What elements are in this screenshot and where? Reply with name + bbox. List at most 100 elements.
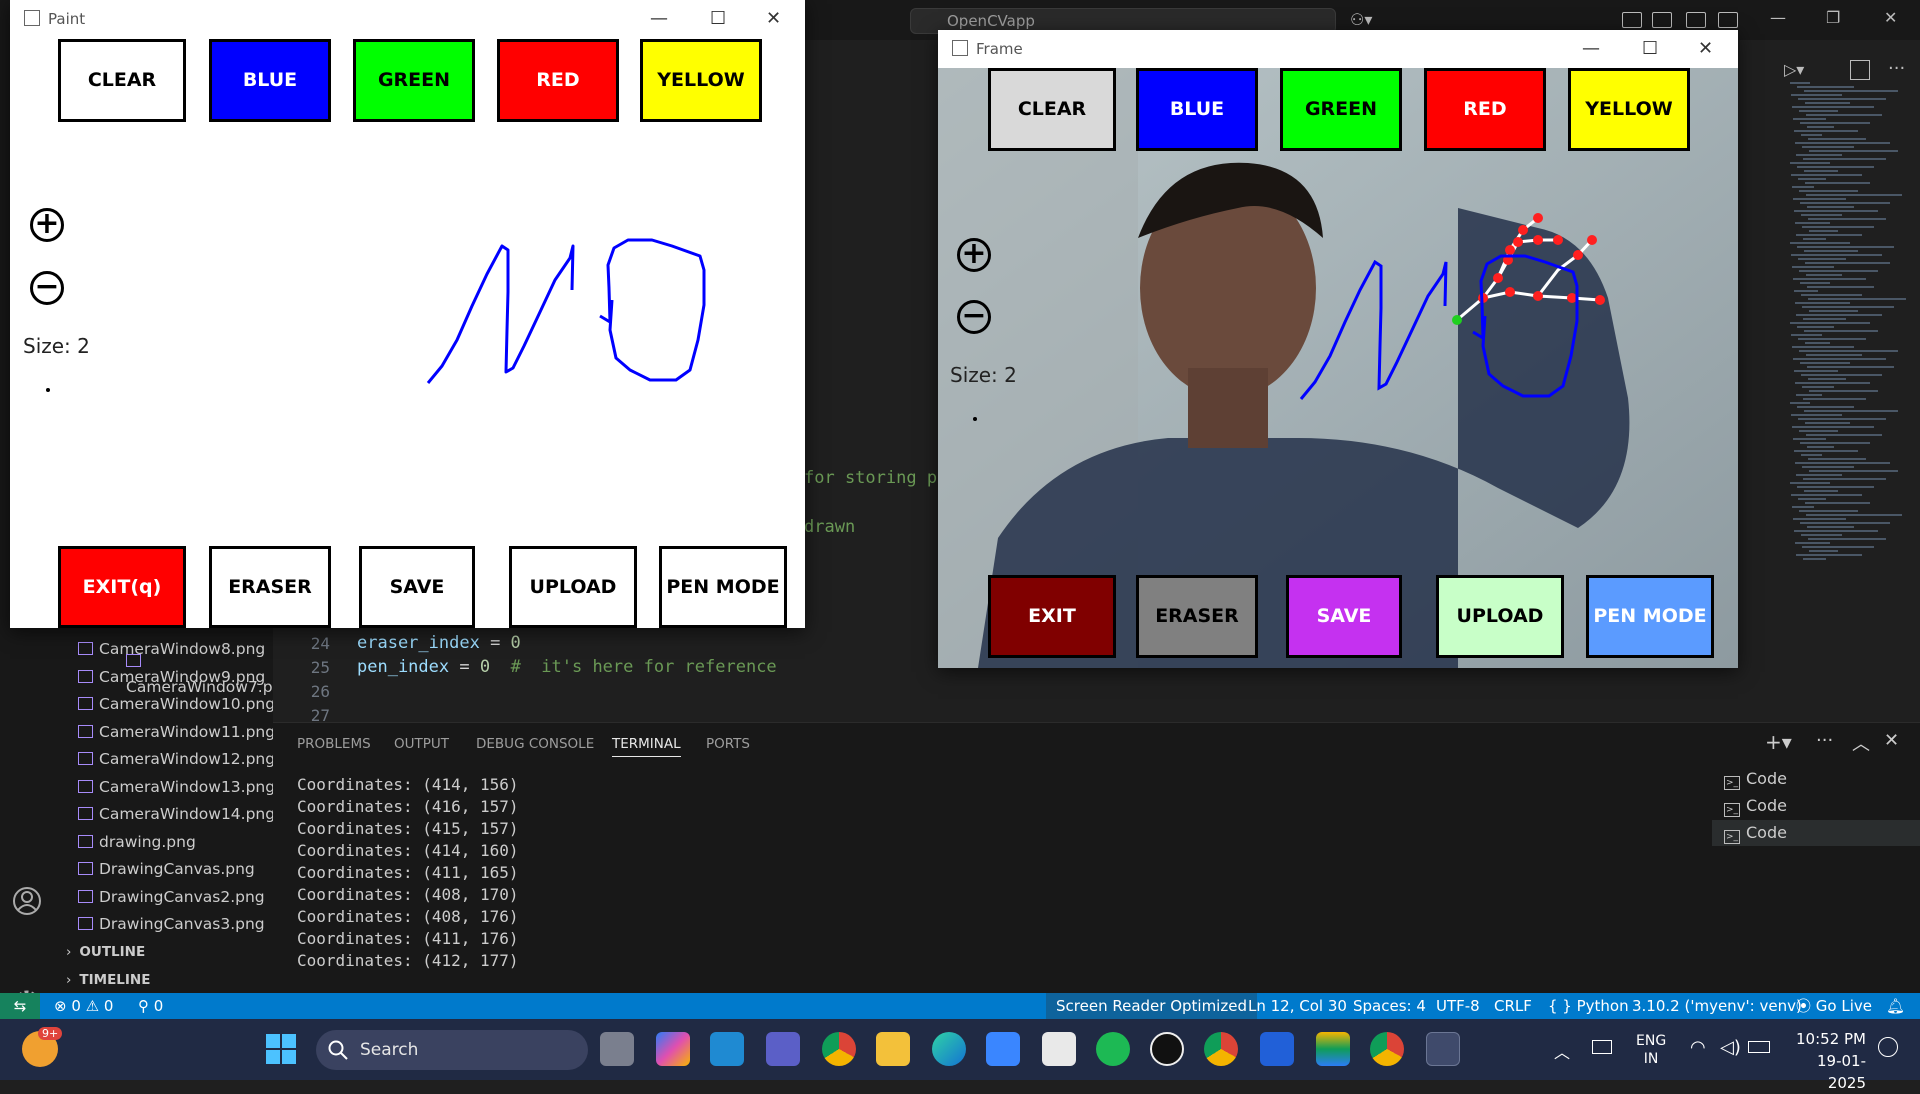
minimap-line (1791, 334, 1822, 336)
chrome-app-icon[interactable] (822, 1032, 856, 1066)
edge-app-icon[interactable] (932, 1032, 966, 1066)
file-item[interactable]: CameraWindow10.png (78, 691, 275, 717)
minimap-line (1791, 494, 1862, 496)
btn-pen-mode[interactable]: PEN MODE (1586, 575, 1714, 658)
tab-debug-console[interactable]: DEBUG CONSOLE (476, 736, 594, 752)
remote-icon[interactable]: ⇆ (0, 993, 40, 1019)
tab-ports[interactable]: PORTS (706, 736, 750, 752)
minimap-line (1808, 138, 1866, 140)
file-item[interactable]: DrawingCanvas.png (78, 856, 255, 882)
minimap-line (1807, 126, 1834, 128)
code-token-var: eraser_index (357, 633, 480, 653)
file-item[interactable]: DrawingCanvas2.png (78, 884, 265, 910)
spotify-app-icon[interactable] (1096, 1032, 1130, 1066)
chrome-app-icon-2[interactable] (1370, 1032, 1404, 1066)
file-item[interactable]: CameraWindow8.png (78, 636, 265, 662)
battery-icon[interactable] (1748, 1041, 1770, 1053)
notifications-icon[interactable]: 🔔︎ (1886, 993, 1905, 1019)
volume-icon[interactable]: ◁) (1720, 1037, 1741, 1058)
account-icon[interactable] (12, 886, 42, 916)
tab-problems[interactable]: PROBLEMS (297, 736, 371, 752)
close-panel-icon[interactable]: ✕ (1884, 730, 1899, 751)
minimap[interactable] (1790, 82, 1906, 582)
ports-status[interactable]: ⚲ 0 (138, 993, 163, 1019)
python-app-icon[interactable] (1426, 1032, 1460, 1066)
bluestacks-app-icon[interactable] (1316, 1032, 1350, 1066)
keyboard-icon[interactable] (1592, 1040, 1612, 1054)
toggle-secondary-sidebar-icon[interactable] (1718, 12, 1738, 28)
file-explorer-icon[interactable] (876, 1032, 910, 1066)
timeline-section[interactable]: TIMELINE (66, 972, 150, 988)
go-live-button[interactable]: ⦿ Go Live (1796, 993, 1872, 1019)
customize-layout-icon[interactable] (1622, 12, 1642, 28)
btn-save[interactable]: SAVE (1286, 575, 1402, 658)
btn-yellow[interactable]: YELLOW (1568, 68, 1690, 151)
copilot-app-icon[interactable] (656, 1032, 690, 1066)
file-item[interactable]: drawing.png (78, 829, 196, 855)
copilot-icon[interactable]: ⚇▾ (1350, 10, 1372, 29)
panel-more-icon[interactable]: ··· (1816, 730, 1833, 751)
tab-terminal[interactable]: TERMINAL (612, 736, 681, 757)
zoom-out-button[interactable]: − (957, 300, 991, 334)
screen-reader-status[interactable]: Screen Reader Optimized (1046, 993, 1257, 1019)
chatgpt-app-icon[interactable] (1150, 1032, 1184, 1066)
language-indicator[interactable]: ENG IN (1636, 1032, 1666, 1068)
file-item[interactable]: CameraWindow11.png (78, 719, 275, 745)
new-terminal-icon[interactable]: +▾ (1765, 730, 1792, 754)
run-icon[interactable]: ▷▾ (1784, 60, 1814, 82)
language-mode[interactable]: { } Python (1548, 993, 1629, 1019)
teams-app-icon[interactable] (766, 1032, 800, 1066)
cursor-position[interactable]: Ln 12, Col 30 (1248, 993, 1347, 1019)
btn-upload[interactable]: UPLOAD (1436, 575, 1564, 658)
problems-status[interactable]: ⊗ 0 ⚠ 0 (54, 993, 113, 1019)
minimize-icon[interactable]: — (1770, 8, 1786, 27)
btn-red[interactable]: RED (1424, 68, 1546, 151)
encoding[interactable]: UTF-8 (1436, 993, 1480, 1019)
terminal-instance[interactable]: >_ Code (1712, 766, 1920, 792)
code-line[interactable]: pen_index = 0 # it's here for reference (357, 657, 777, 677)
file-item[interactable]: DrawingCanvas3.png (78, 911, 265, 937)
app-icon[interactable] (1260, 1032, 1294, 1066)
restore-icon[interactable]: ❐ (1826, 8, 1840, 27)
notification-center-icon[interactable] (1878, 1037, 1898, 1057)
notepad-app-icon[interactable] (986, 1032, 1020, 1066)
btn-exit[interactable]: EXIT (988, 575, 1116, 658)
terminal-line: Coordinates: (408, 176) (297, 907, 519, 926)
python-interpreter[interactable]: 3.10.2 ('myenv': venv) (1632, 993, 1802, 1019)
drawing-canvas[interactable] (10, 0, 805, 628)
end-of-line[interactable]: CRLF (1494, 993, 1532, 1019)
close-icon[interactable]: ✕ (1884, 8, 1897, 27)
btn-green[interactable]: GREEN (1280, 68, 1402, 151)
zoom-in-button[interactable]: + (957, 238, 991, 272)
task-view-icon[interactable] (600, 1032, 634, 1066)
chevron-up-icon[interactable]: ︿ (1554, 1039, 1570, 1063)
split-editor-icon[interactable] (1850, 60, 1870, 80)
more-icon[interactable]: ··· (1888, 58, 1905, 79)
minimap-line (1805, 342, 1830, 344)
file-item[interactable]: CameraWindow9.png (78, 664, 265, 690)
btn-eraser[interactable]: ERASER (1136, 575, 1258, 658)
indentation[interactable]: Spaces: 4 (1353, 993, 1426, 1019)
file-item[interactable]: CameraWindow14.png (78, 801, 275, 827)
terminal-instance[interactable]: >_ Code (1712, 820, 1920, 846)
maximize-panel-icon[interactable]: ︿ (1852, 730, 1870, 756)
chrome-profile-icon[interactable] (1204, 1032, 1238, 1066)
clock[interactable]: 10:52 PM 19-01-2025 (1786, 1028, 1866, 1094)
terminal-instance[interactable]: >_ Code (1712, 793, 1920, 819)
vscode-app-icon[interactable] (710, 1032, 744, 1066)
taskbar-search[interactable]: Search (316, 1030, 588, 1070)
outline-section[interactable]: OUTLINE (66, 944, 145, 960)
toggle-panel-icon[interactable] (1686, 12, 1706, 28)
minimap-line (1802, 466, 1854, 468)
tab-output[interactable]: OUTPUT (394, 736, 449, 752)
wifi-icon[interactable]: ◠ (1690, 1037, 1706, 1058)
code-line[interactable]: eraser_index = 0 (357, 633, 521, 653)
btn-blue[interactable]: BLUE (1136, 68, 1258, 151)
windows-start-icon[interactable] (266, 1034, 296, 1064)
minimap-line (1805, 182, 1870, 184)
toggle-sidebar-icon[interactable] (1652, 12, 1672, 28)
store-app-icon[interactable] (1042, 1032, 1076, 1066)
file-item[interactable]: CameraWindow13.png (78, 774, 275, 800)
file-item[interactable]: CameraWindow12.png (78, 746, 275, 772)
btn-clear[interactable]: CLEAR (988, 68, 1116, 151)
